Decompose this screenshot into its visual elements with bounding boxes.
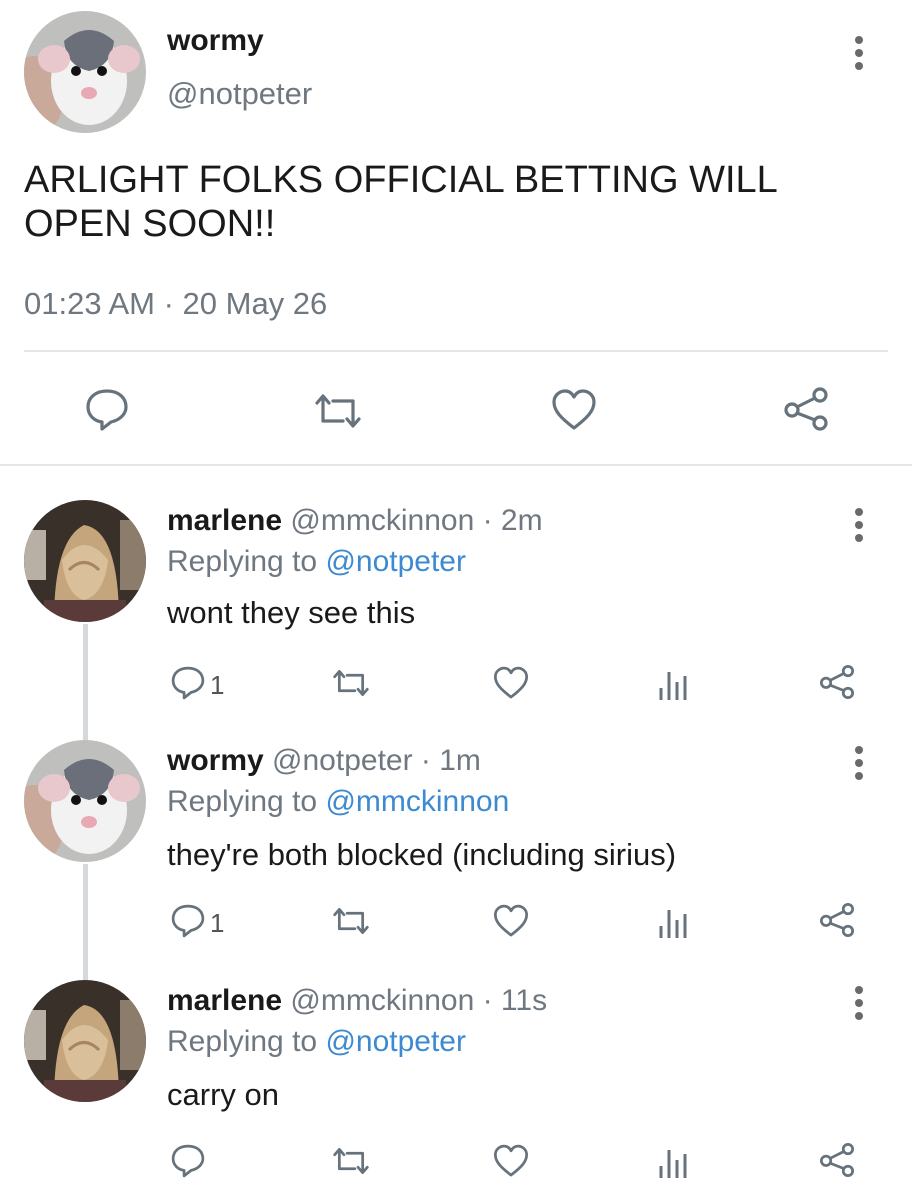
reply-icon[interactable] — [84, 388, 130, 432]
more-options-icon[interactable] — [852, 986, 866, 1020]
retweet-icon[interactable] — [311, 391, 365, 431]
like-icon[interactable] — [493, 1143, 529, 1179]
analytics-icon[interactable] — [657, 904, 689, 938]
avatar[interactable] — [24, 740, 146, 862]
more-options-icon[interactable] — [852, 508, 866, 542]
tweet-thread: wormy @notpeter ARLIGHT FOLKS OFFICIAL B… — [0, 0, 912, 1200]
avatar[interactable] — [24, 980, 146, 1102]
author-name[interactable]: marlene — [167, 504, 282, 537]
mention-link[interactable]: @notpeter — [325, 1025, 466, 1058]
thread-line — [83, 864, 88, 980]
avatar[interactable] — [24, 500, 146, 622]
share-icon[interactable] — [818, 1142, 856, 1178]
like-icon[interactable] — [551, 388, 597, 432]
replying-label: Replying to — [167, 785, 326, 818]
author-name[interactable]: wormy — [167, 744, 264, 777]
author-name[interactable]: marlene — [167, 984, 282, 1017]
reply-text: carry on — [167, 1077, 279, 1112]
mention-link[interactable]: @mmckinnon — [325, 785, 509, 818]
replying-label: Replying to — [167, 545, 326, 578]
share-icon[interactable] — [818, 902, 856, 938]
divider — [0, 464, 912, 466]
reply-icon[interactable] — [170, 665, 206, 701]
more-options-icon[interactable] — [852, 36, 866, 70]
thread-line — [83, 624, 88, 740]
reply-icon[interactable] — [170, 903, 206, 939]
reply-text: they're both blocked (including sirius) — [167, 837, 677, 872]
replying-to: Replying to @mmckinnon — [167, 785, 509, 819]
reply-icon[interactable] — [170, 1143, 206, 1179]
share-icon[interactable] — [782, 386, 830, 432]
author-handle[interactable]: @notpeter — [167, 76, 312, 112]
reply-header: wormy @notpeter · 1m — [167, 744, 481, 778]
reply-header: marlene @mmckinnon · 2m — [167, 504, 543, 538]
tweet-text-line-1: ARLIGHT FOLKS OFFICIAL BETTING WILL — [24, 159, 778, 201]
analytics-icon[interactable] — [657, 1144, 689, 1178]
like-icon[interactable] — [493, 903, 529, 939]
author-name[interactable]: wormy — [167, 24, 264, 58]
author-handle-time: @mmckinnon · 11s — [290, 984, 548, 1017]
share-icon[interactable] — [818, 664, 856, 700]
retweet-icon[interactable] — [330, 667, 372, 699]
retweet-icon[interactable] — [330, 905, 372, 937]
author-handle-time: @notpeter · 1m — [272, 744, 481, 777]
reply-count: 1 — [210, 908, 225, 938]
replying-label: Replying to — [167, 1025, 326, 1058]
reply-count: 1 — [210, 670, 225, 700]
analytics-icon[interactable] — [657, 666, 689, 700]
tweet-timestamp: 01:23 AM · 20 May 26 — [24, 286, 328, 321]
reply-header: marlene @mmckinnon · 11s — [167, 984, 547, 1018]
like-icon[interactable] — [493, 665, 529, 701]
replying-to: Replying to @notpeter — [167, 545, 466, 579]
replying-to: Replying to @notpeter — [167, 1025, 466, 1059]
avatar[interactable] — [24, 11, 146, 133]
mention-link[interactable]: @notpeter — [325, 545, 466, 578]
author-handle-time: @mmckinnon · 2m — [290, 504, 543, 537]
divider — [24, 350, 888, 352]
retweet-icon[interactable] — [330, 1145, 372, 1177]
tweet-text-line-2: OPEN SOON!! — [24, 203, 276, 245]
tweet-text: ARLIGHT FOLKS OFFICIAL BETTING WILL OPEN… — [24, 158, 884, 246]
reply-text: wont they see this — [167, 595, 416, 630]
more-options-icon[interactable] — [852, 746, 866, 780]
